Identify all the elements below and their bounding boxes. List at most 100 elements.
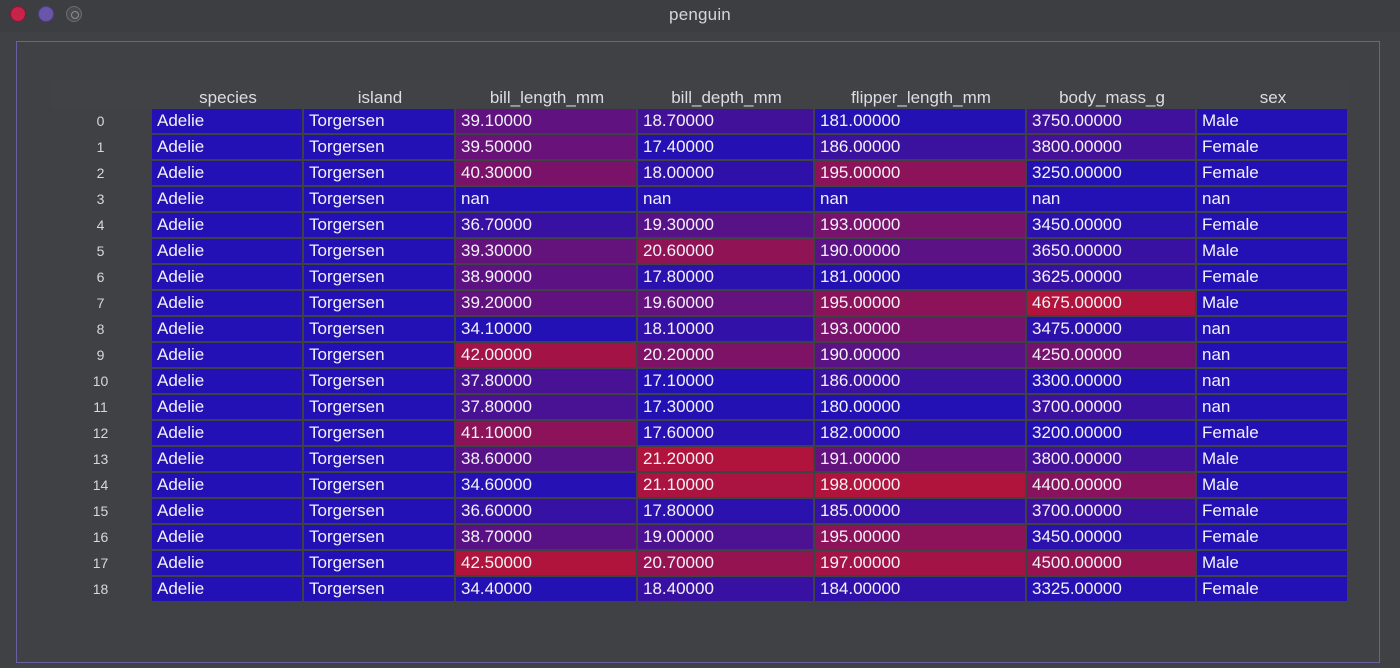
cell-bill-length-mm[interactable]: 42.50000: [456, 551, 638, 577]
table-row[interactable]: 18 Adelie Torgersen 34.40000 18.40000 184.000…: [51, 577, 1349, 603]
cell-bill-length-mm[interactable]: 39.30000: [456, 239, 638, 265]
cell-species[interactable]: Adelie: [152, 395, 304, 421]
cell-island[interactable]: Torgersen: [304, 161, 456, 187]
table-row[interactable]: 17 Adelie Torgersen 42.50000 20.70000 197.000…: [51, 551, 1349, 577]
cell-bill-depth-mm[interactable]: 17.80000: [638, 499, 815, 525]
table-row[interactable]: 7 Adelie Torgersen 39.20000 19.60000 195.0000…: [51, 291, 1349, 317]
cell-body-mass-g[interactable]: 3750.00000: [1027, 109, 1197, 135]
cell-bill-length-mm[interactable]: 34.40000: [456, 577, 638, 603]
cell-body-mass-g[interactable]: 4675.00000: [1027, 291, 1197, 317]
cell-body-mass-g[interactable]: 4500.00000: [1027, 551, 1197, 577]
table-row[interactable]: 9 Adelie Torgersen 42.00000 20.20000 190.0000…: [51, 343, 1349, 369]
cell-flipper-length-mm[interactable]: 180.00000: [815, 395, 1027, 421]
cell-body-mass-g[interactable]: 4400.00000: [1027, 473, 1197, 499]
column-header-island[interactable]: island: [304, 81, 456, 109]
cell-island[interactable]: Torgersen: [304, 343, 456, 369]
cell-body-mass-g[interactable]: nan: [1027, 187, 1197, 213]
cell-species[interactable]: Adelie: [152, 525, 304, 551]
cell-sex[interactable]: Male: [1197, 109, 1349, 135]
cell-sex[interactable]: Female: [1197, 421, 1349, 447]
table-row[interactable]: 15 Adelie Torgersen 36.60000 17.80000 185.000…: [51, 499, 1349, 525]
cell-sex[interactable]: Male: [1197, 291, 1349, 317]
table-row[interactable]: 8 Adelie Torgersen 34.10000 18.10000 193.0000…: [51, 317, 1349, 343]
table-row[interactable]: 14 Adelie Torgersen 34.60000 21.10000 198.000…: [51, 473, 1349, 499]
cell-bill-depth-mm[interactable]: 17.40000: [638, 135, 815, 161]
cell-bill-length-mm[interactable]: 40.30000: [456, 161, 638, 187]
cell-species[interactable]: Adelie: [152, 447, 304, 473]
cell-body-mass-g[interactable]: 3800.00000: [1027, 135, 1197, 161]
cell-flipper-length-mm[interactable]: 186.00000: [815, 135, 1027, 161]
cell-species[interactable]: Adelie: [152, 291, 304, 317]
cell-bill-depth-mm[interactable]: 17.30000: [638, 395, 815, 421]
table-row[interactable]: 11 Adelie Torgersen 37.80000 17.30000 180.000…: [51, 395, 1349, 421]
cell-bill-length-mm[interactable]: 37.80000: [456, 395, 638, 421]
cell-island[interactable]: Torgersen: [304, 499, 456, 525]
table-row[interactable]: 6 Adelie Torgersen 38.90000 17.80000 181.0000…: [51, 265, 1349, 291]
cell-sex[interactable]: Male: [1197, 551, 1349, 577]
cell-bill-depth-mm[interactable]: 17.80000: [638, 265, 815, 291]
cell-sex[interactable]: Female: [1197, 161, 1349, 187]
cell-sex[interactable]: Female: [1197, 577, 1349, 603]
cell-species[interactable]: Adelie: [152, 187, 304, 213]
cell-flipper-length-mm[interactable]: 182.00000: [815, 421, 1027, 447]
cell-body-mass-g[interactable]: 3650.00000: [1027, 239, 1197, 265]
cell-bill-depth-mm[interactable]: 18.70000: [638, 109, 815, 135]
column-header-bill-length-mm[interactable]: bill_length_mm: [456, 81, 638, 109]
cell-island[interactable]: Torgersen: [304, 135, 456, 161]
table-row[interactable]: 0 Adelie Torgersen 39.10000 18.70000 181.0000…: [51, 109, 1349, 135]
cell-island[interactable]: Torgersen: [304, 239, 456, 265]
cell-sex[interactable]: Female: [1197, 525, 1349, 551]
cell-flipper-length-mm[interactable]: 181.00000: [815, 265, 1027, 291]
cell-island[interactable]: Torgersen: [304, 525, 456, 551]
cell-flipper-length-mm[interactable]: 185.00000: [815, 499, 1027, 525]
cell-sex[interactable]: Female: [1197, 213, 1349, 239]
dataframe-view[interactable]: species island bill_length_mm bill_depth_mm…: [51, 81, 1349, 636]
cell-body-mass-g[interactable]: 3250.00000: [1027, 161, 1197, 187]
column-header-flipper-length-mm[interactable]: flipper_length_mm: [815, 81, 1027, 109]
cell-flipper-length-mm[interactable]: 195.00000: [815, 525, 1027, 551]
cell-bill-length-mm[interactable]: 34.10000: [456, 317, 638, 343]
cell-bill-depth-mm[interactable]: 18.00000: [638, 161, 815, 187]
cell-island[interactable]: Torgersen: [304, 291, 456, 317]
column-header-sex[interactable]: sex: [1197, 81, 1349, 109]
cell-body-mass-g[interactable]: 3625.00000: [1027, 265, 1197, 291]
cell-island[interactable]: Torgersen: [304, 369, 456, 395]
cell-bill-depth-mm[interactable]: 21.20000: [638, 447, 815, 473]
cell-species[interactable]: Adelie: [152, 135, 304, 161]
cell-bill-depth-mm[interactable]: 21.10000: [638, 473, 815, 499]
cell-bill-length-mm[interactable]: 36.60000: [456, 499, 638, 525]
cell-island[interactable]: Torgersen: [304, 395, 456, 421]
cell-body-mass-g[interactable]: 3450.00000: [1027, 525, 1197, 551]
table-row[interactable]: 2 Adelie Torgersen 40.30000 18.00000 195.0000…: [51, 161, 1349, 187]
cell-flipper-length-mm[interactable]: 190.00000: [815, 343, 1027, 369]
cell-bill-depth-mm[interactable]: 19.60000: [638, 291, 815, 317]
cell-sex[interactable]: nan: [1197, 187, 1349, 213]
cell-flipper-length-mm[interactable]: 181.00000: [815, 109, 1027, 135]
cell-species[interactable]: Adelie: [152, 317, 304, 343]
cell-sex[interactable]: Female: [1197, 135, 1349, 161]
cell-island[interactable]: Torgersen: [304, 187, 456, 213]
column-header-body-mass-g[interactable]: body_mass_g: [1027, 81, 1197, 109]
cell-flipper-length-mm[interactable]: 193.00000: [815, 213, 1027, 239]
cell-body-mass-g[interactable]: 3475.00000: [1027, 317, 1197, 343]
table-row[interactable]: 13 Adelie Torgersen 38.60000 21.20000 191.000…: [51, 447, 1349, 473]
cell-sex[interactable]: nan: [1197, 369, 1349, 395]
table-row[interactable]: 16 Adelie Torgersen 38.70000 19.00000 195.000…: [51, 525, 1349, 551]
cell-bill-depth-mm[interactable]: 18.10000: [638, 317, 815, 343]
cell-body-mass-g[interactable]: 3700.00000: [1027, 499, 1197, 525]
cell-bill-length-mm[interactable]: 39.10000: [456, 109, 638, 135]
cell-species[interactable]: Adelie: [152, 213, 304, 239]
cell-flipper-length-mm[interactable]: 197.00000: [815, 551, 1027, 577]
cell-flipper-length-mm[interactable]: 190.00000: [815, 239, 1027, 265]
cell-bill-length-mm[interactable]: 38.60000: [456, 447, 638, 473]
cell-body-mass-g[interactable]: 3800.00000: [1027, 447, 1197, 473]
cell-bill-depth-mm[interactable]: 17.10000: [638, 369, 815, 395]
cell-species[interactable]: Adelie: [152, 421, 304, 447]
cell-sex[interactable]: nan: [1197, 395, 1349, 421]
cell-species[interactable]: Adelie: [152, 265, 304, 291]
cell-body-mass-g[interactable]: 3450.00000: [1027, 213, 1197, 239]
cell-bill-length-mm[interactable]: nan: [456, 187, 638, 213]
cell-flipper-length-mm[interactable]: 191.00000: [815, 447, 1027, 473]
cell-species[interactable]: Adelie: [152, 239, 304, 265]
cell-body-mass-g[interactable]: 4250.00000: [1027, 343, 1197, 369]
